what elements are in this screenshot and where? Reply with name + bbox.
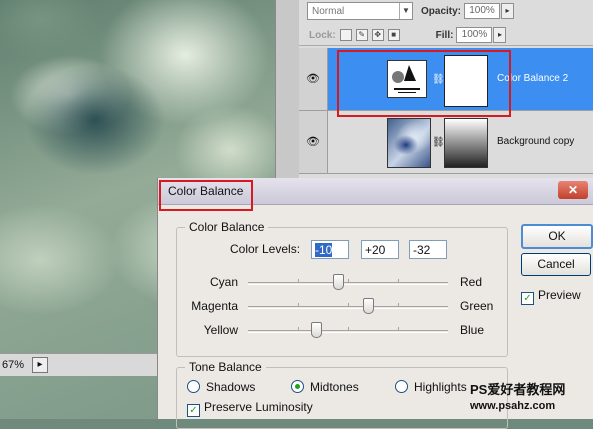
slider-left-label: Magenta (191, 299, 238, 313)
slider-tick (348, 303, 349, 307)
layer-mask-thumbnail[interactable] (444, 55, 488, 107)
slider-track-cyan-red[interactable] (248, 274, 448, 290)
lock-label: Lock: (309, 29, 336, 41)
slider-tick (398, 303, 399, 307)
checkmark-icon: ✓ (521, 292, 534, 305)
slider-tick (398, 327, 399, 331)
dialog-titlebar[interactable]: Color Balance ✕ (158, 178, 593, 205)
layer-name[interactable]: Background copy (497, 111, 574, 173)
preview-checkbox[interactable]: ✓ Preview (521, 288, 581, 305)
watermark-line2: www.psahz.com (470, 400, 556, 412)
preserve-luminosity-checkbox[interactable]: ✓ Preserve Luminosity (187, 400, 313, 417)
layer-mask-thumbnail[interactable] (444, 118, 488, 168)
slider-right-label: Green (460, 299, 494, 313)
status-menu-icon[interactable]: ▸ (32, 357, 48, 373)
checkmark-icon: ✓ (187, 404, 200, 417)
watermark: PS爱好者教程网 www.psahz.com (470, 381, 565, 415)
radio-highlights[interactable]: Highlights (395, 380, 467, 394)
level-magenta-green-input[interactable]: +20 (361, 240, 399, 259)
canvas-status-bar: 67% ▸ (0, 353, 160, 376)
lock-brush-icon[interactable]: ✎ (355, 29, 368, 41)
fill-label: Fill: (435, 29, 454, 41)
fill-input[interactable]: 100% (456, 27, 493, 43)
eye-icon[interactable]: 👁 (299, 48, 328, 110)
slider-tick (348, 279, 349, 283)
radio-circle-icon (291, 380, 304, 393)
slider-thumb[interactable] (311, 322, 322, 338)
chain-link-icon[interactable]: ⛓ (432, 137, 445, 148)
layer-thumbnail (387, 118, 431, 168)
fill-slider-arrow-icon[interactable]: ▸ (493, 27, 507, 43)
slider-right-label: Red (460, 275, 483, 289)
group-title: Tone Balance (185, 360, 266, 374)
watermark-line1: PS爱好者教程网 (470, 382, 566, 397)
lock-transparent-icon[interactable] (339, 29, 352, 41)
slider-track-yellow-blue[interactable] (248, 322, 448, 338)
zoom-level[interactable]: 67% (0, 359, 26, 371)
slider-left-label: Cyan (209, 275, 238, 289)
ok-button[interactable]: OK (521, 224, 593, 249)
radio-circle-icon (187, 380, 200, 393)
eye-icon[interactable]: 👁 (299, 111, 328, 173)
chevron-down-icon: ▼ (399, 3, 412, 19)
layers-lock-row: Lock: ✎ ✥ ■ Fill: 100% ▸ (299, 25, 593, 46)
radio-midtones[interactable]: Midtones (291, 380, 359, 394)
dialog-title: Color Balance (168, 184, 244, 198)
layers-panel: Normal ▼ Opacity: 100% ▸ Lock: ✎ ✥ ■ Fil… (299, 0, 593, 178)
slider-thumb[interactable] (363, 298, 374, 314)
cancel-button[interactable]: Cancel (521, 253, 591, 276)
slider-tick (348, 327, 349, 331)
slider-left-label: Yellow (203, 323, 238, 337)
adjustment-layer-icon (387, 60, 427, 98)
opacity-label: Opacity: (421, 5, 462, 17)
layers-toolbar: Normal ▼ Opacity: 100% ▸ (299, 0, 593, 22)
layer-name[interactable]: Color Balance 2 (497, 48, 568, 110)
chain-link-icon[interactable]: ⛓ (432, 74, 445, 85)
lock-move-icon[interactable]: ✥ (371, 29, 384, 41)
level-yellow-blue-input[interactable]: -32 (409, 240, 447, 259)
layer-row-color-balance[interactable]: 👁 ⛓ Color Balance 2 (299, 48, 593, 111)
slider-track-magenta-green[interactable] (248, 298, 448, 314)
group-title: Color Balance (185, 220, 269, 234)
color-levels-label: Color Levels: (230, 242, 301, 256)
radio-shadows[interactable]: Shadows (187, 380, 255, 394)
slider-tick (398, 279, 399, 283)
slider-tick (298, 279, 299, 283)
opacity-slider-arrow-icon[interactable]: ▸ (501, 3, 515, 19)
level-cyan-red-input[interactable]: -10 (311, 240, 349, 259)
blend-mode-select[interactable]: Normal ▼ (307, 2, 413, 20)
close-button[interactable]: ✕ (558, 181, 588, 199)
tone-balance-group: Tone Balance (176, 360, 508, 429)
radio-circle-icon (395, 380, 408, 393)
layer-row-background-copy[interactable]: 👁 ⛓ Background copy (299, 111, 593, 174)
slider-thumb[interactable] (333, 274, 344, 290)
slider-tick (298, 327, 299, 331)
slider-right-label: Blue (460, 323, 485, 337)
slider-tick (298, 303, 299, 307)
opacity-input[interactable]: 100% (464, 3, 501, 19)
lock-all-icon[interactable]: ■ (387, 29, 400, 41)
blend-mode-value: Normal (312, 5, 345, 17)
